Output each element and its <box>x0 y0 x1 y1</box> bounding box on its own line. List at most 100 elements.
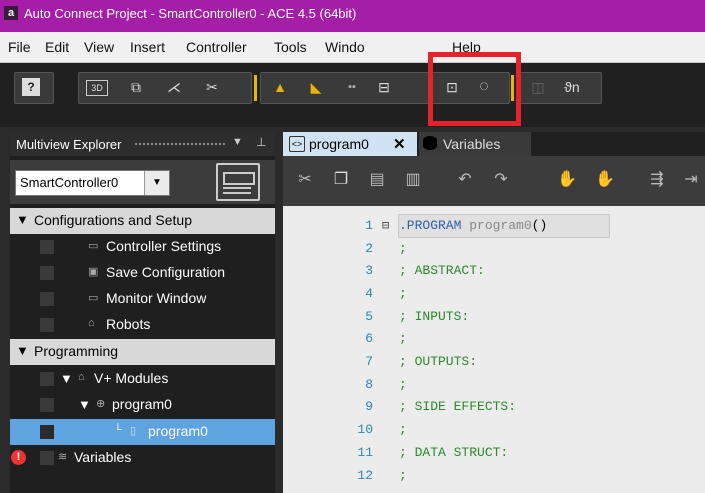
code-line[interactable]: ; <box>399 422 407 437</box>
explorer-title: Multiview Explorer <box>16 137 122 152</box>
expand-icon[interactable]: ▼ <box>78 397 91 412</box>
code-line[interactable]: .PROGRAM program0() <box>399 218 547 233</box>
tab-variables[interactable]: Variables <box>419 132 531 156</box>
hand-icon[interactable]: ✋ <box>555 168 579 192</box>
wrench-icon[interactable]: ⋌ <box>162 75 186 99</box>
line-number: 12 <box>357 468 373 483</box>
editor-pane: <> program0 ✕ Variables ✂ ❐ ▤ ▥ ↶ ↷ ✋ ✋ … <box>283 132 705 493</box>
tree-item-program0-module[interactable]: ▼ ⊕ program0 <box>10 392 275 418</box>
hand-stop-icon[interactable]: ✋ <box>593 168 617 192</box>
controller-row: SmartController0 ▼ <box>10 160 275 204</box>
status-square <box>40 240 54 254</box>
window-layout-icon[interactable]: ⧉ <box>124 75 148 99</box>
status-square <box>40 318 54 332</box>
line-number: 11 <box>357 445 373 460</box>
line-number: 1 <box>365 218 373 233</box>
multiview-explorer: Multiview Explorer ▼ ⊥ SmartController0 … <box>10 132 275 493</box>
menu-help[interactable]: Help <box>452 39 481 55</box>
expand-icon[interactable]: ▼ <box>16 212 29 227</box>
code-line[interactable]: ; SIDE EFFECTS: <box>399 399 516 414</box>
tree-group-configurations[interactable]: ▼ Configurations and Setup <box>10 208 275 234</box>
fold-icon[interactable]: ⊟ <box>382 218 389 233</box>
code-line[interactable]: ; <box>399 468 407 483</box>
tree-item-vplus-modules[interactable]: ▼ ⌂ V+ Modules <box>10 366 275 392</box>
tree-item-controller-settings[interactable]: ▭ Controller Settings <box>10 234 275 260</box>
menu-controller[interactable]: Controller <box>186 39 247 55</box>
expand-icon[interactable]: ▼ <box>60 371 73 386</box>
expand-icon[interactable]: ▼ <box>16 343 29 358</box>
code-line[interactable]: ; ABSTRACT: <box>399 263 485 278</box>
warning-icon[interactable]: ▲ <box>268 75 292 99</box>
undo-icon[interactable]: ↶ <box>453 168 477 192</box>
variables-icon[interactable]: ϑn <box>560 75 584 99</box>
cut-icon[interactable]: ✂ <box>293 168 317 192</box>
step-icon[interactable]: ⇶ <box>645 168 669 192</box>
toolbar-separator-2 <box>511 75 514 101</box>
code-line[interactable]: ; <box>399 286 407 301</box>
save-icon: ▣ <box>88 266 99 278</box>
controller-select[interactable]: SmartController0 ▼ <box>15 170 170 196</box>
editor-toolbar: ✂ ❐ ▤ ▥ ↶ ↷ ✋ ✋ ⇶ ⇥ <box>283 156 705 206</box>
drag-handle[interactable] <box>135 143 225 148</box>
code-line[interactable]: ; <box>399 331 407 346</box>
toolbar-separator <box>254 75 257 101</box>
status-square <box>40 398 54 412</box>
code-file-icon: <> <box>289 136 305 152</box>
code-line[interactable]: ; <box>399 241 407 256</box>
tree-connector-icon: └ <box>114 424 122 436</box>
code-editor[interactable]: 1 ⊟ .PROGRAM program0() 2 ; 3 ; ABSTRACT… <box>283 206 705 493</box>
monitor-icon: ▭ <box>88 292 99 304</box>
tree-label: Save Configuration <box>106 264 226 280</box>
tree-item-save-configuration[interactable]: ▣ Save Configuration <box>10 260 275 286</box>
connect-icon[interactable]: ⊟ <box>372 75 396 99</box>
tab-program0[interactable]: <> program0 ✕ <box>283 132 417 156</box>
controller-device-icon[interactable] <box>216 163 260 201</box>
tree-item-monitor-window[interactable]: ▭ Monitor Window <box>10 286 275 312</box>
redo-icon[interactable]: ↷ <box>489 168 513 192</box>
code-line[interactable]: ; DATA STRUCT: <box>399 445 508 460</box>
line-number: 9 <box>365 399 373 414</box>
refresh-icon[interactable]: ◌ <box>472 75 496 99</box>
pin-icon[interactable]: ⊥ <box>256 135 266 149</box>
tree-group-programming[interactable]: ▼ Programming <box>10 339 275 365</box>
chevron-down-icon[interactable]: ▼ <box>144 171 169 195</box>
code-line[interactable]: ; <box>399 377 407 392</box>
program-icon: ▯ <box>130 425 137 437</box>
copy-icon[interactable]: ❐ <box>329 168 353 192</box>
tab-label: Variables <box>443 136 501 152</box>
line-number: 6 <box>365 331 373 346</box>
menu-tools[interactable]: Tools <box>274 39 307 55</box>
title-bar: a Auto Connect Project - SmartController… <box>0 0 705 32</box>
code-line[interactable]: ; OUTPUTS: <box>399 354 477 369</box>
tree-item-robots[interactable]: ⌂ Robots <box>10 312 275 338</box>
menu-insert[interactable]: Insert <box>130 39 165 55</box>
menu-edit[interactable]: Edit <box>45 39 69 55</box>
line-number: 7 <box>365 354 373 369</box>
3d-view-icon[interactable]: 3D <box>86 80 108 96</box>
step-out-icon[interactable]: ⇥ <box>679 168 703 192</box>
chevron-down-icon[interactable]: ▼ <box>232 136 243 148</box>
controller-select-value: SmartController0 <box>20 175 119 190</box>
explorer-header: Multiview Explorer ▼ ⊥ <box>10 132 275 156</box>
tree-item-variables[interactable]: ! ≋ Variables <box>10 445 275 471</box>
tree-label: Robots <box>106 316 151 332</box>
tools-icon[interactable]: ✂ <box>200 75 224 99</box>
delete-icon[interactable]: ▥ <box>401 168 425 192</box>
program-name: program0 <box>461 218 532 233</box>
menu-window[interactable]: Windo <box>325 39 365 55</box>
menu-view[interactable]: View <box>84 39 114 55</box>
folder-icon: ⌂ <box>78 371 85 383</box>
tree-label: Configurations and Setup <box>34 212 192 228</box>
code-line[interactable]: ; INPUTS: <box>399 309 469 324</box>
tree-item-program0[interactable]: └ ▯ program0 <box>10 419 275 445</box>
disabled-tool-icon[interactable]: ◫ <box>526 75 550 99</box>
paste-icon[interactable]: ▤ <box>365 168 389 192</box>
close-icon[interactable]: ✕ <box>393 135 406 153</box>
editor-tabs: <> program0 ✕ Variables <box>283 132 705 156</box>
menu-file[interactable]: File <box>8 39 31 55</box>
online-icon[interactable]: ⊡ <box>440 75 464 99</box>
help-icon[interactable]: ? <box>22 78 40 96</box>
module-icon: ⊕ <box>96 398 106 410</box>
signal-icon[interactable]: ▪▪ <box>340 75 364 99</box>
disable-warning-icon[interactable]: ◣ <box>304 75 328 99</box>
